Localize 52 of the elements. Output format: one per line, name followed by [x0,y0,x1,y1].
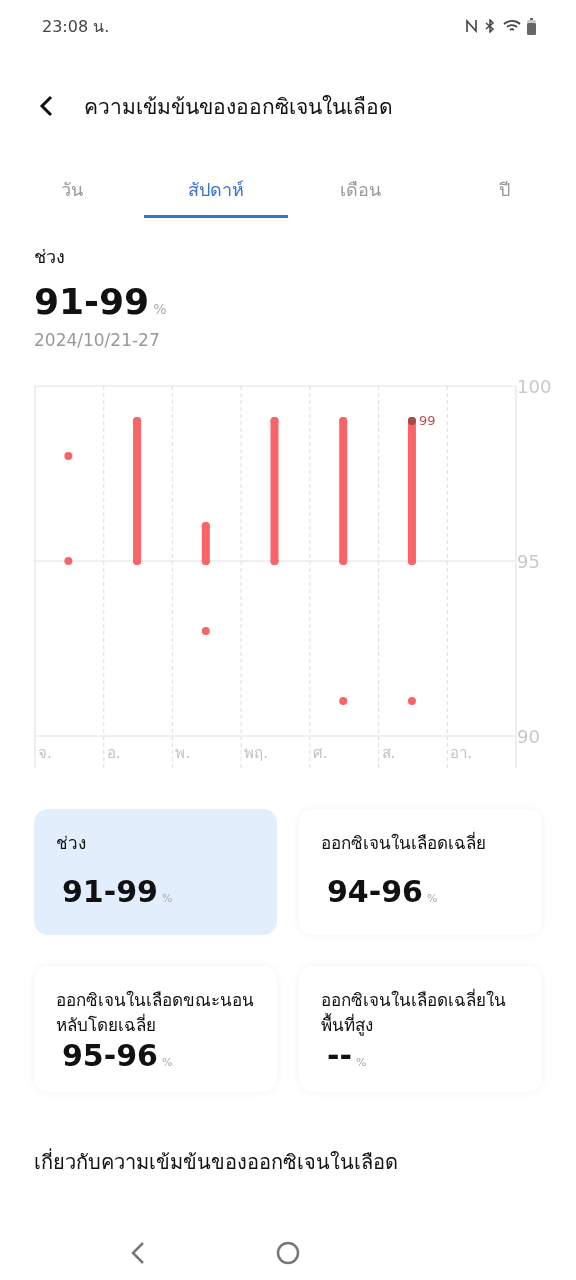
data-point [407,557,416,565]
axis-label: พ. [175,744,191,762]
data-point [339,417,348,425]
card-title: ออกซิเจนในเลือดเฉลี่ย [321,831,487,855]
tab[interactable]: สัปดาห์ [144,164,288,218]
data-point [64,557,73,565]
data-point [133,557,142,565]
card-title: ออกซิเจนในเลือดเฉลี่ยในพื้นที่สูง [321,988,507,1038]
battery-icon [527,17,536,35]
axis-label: อา. [450,744,473,762]
axis-label: อ. [106,744,121,762]
card-title: ออกซิเจนในเลือดขณะนอนหลับโดยเฉลี่ย [56,989,255,1037]
unit-label: % [161,1056,173,1069]
value-label: 99 [418,413,436,428]
status-time: 23:08 น. [42,15,110,38]
data-point [201,522,210,530]
section-heading: เกี่ยวกับความเข้มข้นของออกซิเจนในเลือด [33,1147,399,1176]
home-icon[interactable] [276,1241,300,1265]
card-value: 95-96 [62,1038,158,1073]
range-label: ช่วง [34,245,66,269]
data-point [64,452,73,460]
stat-card[interactable]: ช่วง 91-99% [34,809,277,935]
unit-label: % [161,892,173,905]
page-title: ความเข้มข้นของออกซิเจนในเลือด [84,93,393,121]
stat-card[interactable]: ออกซิเจนในเลือดขณะนอนหลับโดยเฉลี่ย 95-96% [34,966,277,1092]
data-point [339,697,348,705]
data-point [270,557,279,565]
axis-label: จ. [38,744,52,762]
stat-card[interactable]: ออกซิเจนในเลือดเฉลี่ยในพื้นที่สูง --% [299,966,542,1092]
data-point [201,627,210,635]
unit-label: % [153,301,167,317]
card-value: 91-99 [62,874,158,909]
stat-card[interactable]: ออกซิเจนในเลือดเฉลี่ย 94-96% [299,809,542,935]
card-value: -- [327,1038,352,1073]
range-value: 91-99 [34,281,150,322]
card-title: ช่วง [56,832,87,855]
data-point [201,557,210,565]
data-point [133,417,142,425]
data-point [339,557,348,565]
data-point [407,697,416,705]
unit-label: % [426,892,438,905]
card-value: 94-96 [327,874,423,909]
axis-label: ส. [381,744,396,762]
axis-label: พฤ. [244,744,268,762]
date-range: 2024/10/21-27 [34,330,161,350]
wifi-icon [503,19,521,33]
bluetooth-icon [483,19,497,33]
highlight-point [407,417,416,425]
axis-label: ศ. [312,744,328,762]
nfc-icon [466,19,477,33]
unit-label: % [355,1056,367,1069]
data-point [270,417,279,425]
